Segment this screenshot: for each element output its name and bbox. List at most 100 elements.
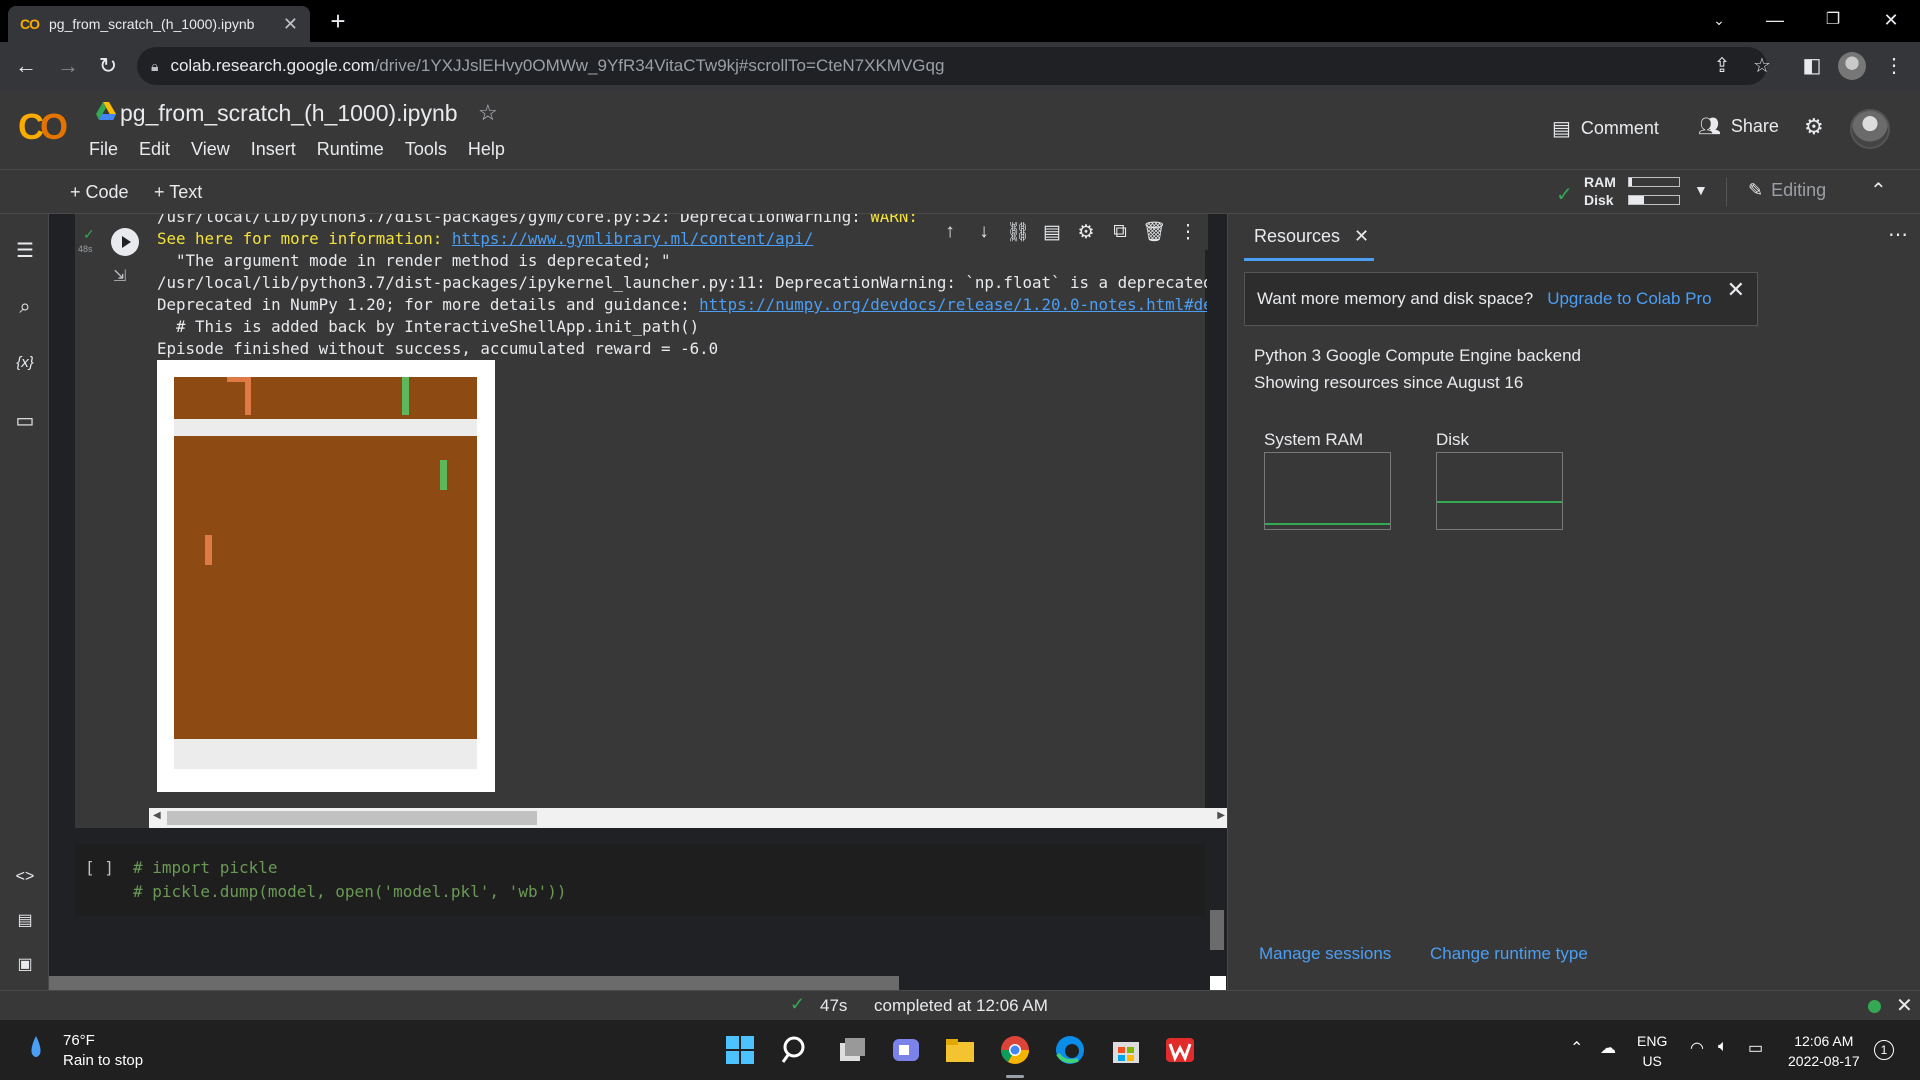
browser-menu-icon[interactable]: ⋮ (1878, 50, 1910, 82)
output-horizontal-scrollbar[interactable]: ◀ ▶ (149, 808, 1227, 828)
tab-search-icon[interactable]: ⌄ (1694, 0, 1744, 42)
star-notebook-icon[interactable]: ☆ (478, 100, 498, 126)
disk-chart (1436, 452, 1563, 530)
output-menu-icon[interactable]: ⇲ (113, 266, 126, 286)
omnibox[interactable]: 🔒︎ colab.research.google.com/drive/1YXJJ… (137, 47, 1767, 85)
more-options-icon[interactable]: ⋮ (1176, 221, 1200, 244)
user-avatar[interactable] (1850, 109, 1890, 149)
close-status-icon[interactable]: ✕ (1896, 993, 1913, 1018)
browser-tab[interactable]: CO pg_from_scratch_(h_1000).ipynb ✕ (8, 6, 310, 42)
battery-icon[interactable]: ▭ (1748, 1038, 1763, 1058)
wps-office-icon[interactable] (1164, 1034, 1196, 1066)
menu-tools[interactable]: Tools (405, 139, 447, 160)
move-up-icon[interactable]: ↑ (938, 221, 962, 243)
back-button[interactable]: ← (10, 50, 42, 82)
menu-insert[interactable]: Insert (251, 139, 296, 160)
terminal-icon[interactable]: ▣ (12, 952, 38, 978)
chrome-icon[interactable] (999, 1034, 1031, 1066)
tab-title: pg_from_scratch_(h_1000).ipynb (49, 16, 255, 32)
notebook-horizontal-scrollbar[interactable] (49, 976, 899, 990)
clock-time: 12:06 AM (1794, 1033, 1854, 1049)
menu-view[interactable]: View (191, 139, 230, 160)
minimize-button[interactable]: — (1750, 0, 1800, 42)
run-cell-button[interactable] (111, 228, 139, 256)
table-of-contents-icon[interactable]: ☰ (12, 238, 38, 264)
weather-description[interactable]: Rain to stop (63, 1052, 143, 1069)
task-view-icon[interactable] (836, 1034, 868, 1066)
resources-tab[interactable]: Resources ✕ (1254, 226, 1369, 247)
search-icon[interactable]: ⌕ (12, 294, 38, 320)
code-snippets-icon[interactable]: <> (12, 864, 38, 890)
cell-settings-icon[interactable]: ⚙ (1074, 221, 1098, 244)
link-icon[interactable]: ⛓ (1006, 220, 1030, 244)
add-text-button[interactable]: + Text (154, 182, 202, 203)
add-code-label: Code (85, 182, 129, 202)
variables-icon[interactable]: {x} (12, 350, 38, 376)
manage-sessions-link[interactable]: Manage sessions (1259, 944, 1391, 964)
teams-chat-icon[interactable] (890, 1034, 922, 1066)
restore-button[interactable]: ❐ (1808, 0, 1858, 42)
start-windows-icon[interactable] (724, 1034, 756, 1066)
upgrade-link[interactable]: Upgrade to Colab Pro (1547, 289, 1711, 309)
share-button[interactable]: 👥︎ Share (1698, 116, 1779, 137)
delete-cell-icon[interactable]: 🗑︎ (1142, 220, 1166, 244)
dismiss-banner-icon[interactable]: ✕ (1727, 277, 1745, 303)
notebook-title[interactable]: pg_from_scratch_(h_1000).ipynb (120, 100, 458, 127)
side-panel-icon[interactable]: ◧ (1796, 50, 1828, 82)
rain-icon[interactable] (30, 1034, 42, 1064)
share-page-icon[interactable]: ⇪ (1706, 50, 1738, 82)
temperature[interactable]: 76°F (63, 1032, 95, 1049)
close-window-button[interactable]: ✕ (1866, 0, 1916, 42)
disk-label: Disk (1584, 192, 1614, 208)
edge-icon[interactable] (1054, 1034, 1086, 1066)
browser-profile-avatar[interactable] (1838, 52, 1866, 80)
tab-close-icon[interactable]: ✕ (283, 14, 298, 35)
notebook-vertical-scrollbar[interactable] (1210, 910, 1224, 950)
system-clock[interactable]: 12:06 AM 2022-08-17 (1788, 1031, 1860, 1071)
new-tab-button[interactable]: + (322, 6, 354, 38)
command-palette-icon[interactable]: ▤ (12, 908, 38, 934)
editing-mode-button[interactable]: ✎ Editing (1748, 180, 1826, 201)
code-cell[interactable]: [ ] # import pickle # pickle.dump(model, … (75, 844, 1205, 916)
menu-help[interactable]: Help (468, 139, 505, 160)
comment-button[interactable]: ▤ Comment (1552, 116, 1659, 141)
comment-cell-icon[interactable]: ▤ (1040, 221, 1064, 244)
menu-runtime[interactable]: Runtime (317, 139, 384, 160)
change-runtime-link[interactable]: Change runtime type (1430, 944, 1588, 964)
menu-edit[interactable]: Edit (139, 139, 170, 160)
forward-button[interactable]: → (52, 50, 84, 82)
reload-button[interactable]: ↻ (92, 50, 124, 82)
notification-badge[interactable]: 1 (1874, 1040, 1894, 1060)
comment-label: Comment (1580, 118, 1659, 138)
add-code-button[interactable]: + Code (70, 182, 129, 203)
cell-run-bracket[interactable]: [ ] (85, 858, 114, 877)
volume-icon[interactable]: 🔈︎ (1718, 1038, 1728, 1056)
menu-file[interactable]: File (89, 139, 118, 160)
more-options-icon[interactable]: ⋯ (1888, 222, 1908, 247)
scrollbar-thumb[interactable] (167, 811, 537, 825)
search-icon[interactable] (780, 1034, 812, 1066)
ms-store-icon[interactable] (1110, 1034, 1142, 1066)
colab-logo[interactable]: CO (18, 106, 68, 148)
input-language[interactable]: ENG US (1637, 1031, 1667, 1071)
file-explorer-icon[interactable] (944, 1034, 976, 1066)
chevron-down-icon[interactable]: ▼ (1694, 182, 1708, 198)
mirror-cell-icon[interactable]: ⧉ (1108, 221, 1132, 243)
gym-docs-link[interactable]: https://www.gymlibrary.ml/content/api/ (452, 229, 813, 248)
show-hidden-icons-icon[interactable]: ⌃ (1570, 1038, 1583, 1058)
wifi-icon[interactable]: ◠ (1690, 1038, 1704, 1058)
code-cell-output[interactable]: ✓ 48s ⇲ /usr/local/lib/python3.7/dist-pa… (75, 214, 1227, 828)
settings-gear-icon[interactable]: ⚙ (1804, 114, 1824, 140)
onedrive-cloud-icon[interactable]: ☁ (1600, 1038, 1616, 1058)
code-line: # import pickle (133, 858, 278, 877)
files-folder-icon[interactable]: ▭ (12, 408, 38, 434)
numpy-notes-link[interactable]: https://numpy.org/devdocs/release/1.20.0… (699, 295, 1207, 314)
bookmark-star-icon[interactable]: ☆ (1746, 50, 1778, 82)
code-editor[interactable]: # import pickle # pickle.dump(model, open… (133, 856, 566, 904)
drive-icon (96, 102, 116, 120)
scroll-right-icon[interactable]: ▶ (1217, 810, 1225, 821)
collapse-header-icon[interactable]: ⌃ (1870, 178, 1887, 203)
move-down-icon[interactable]: ↓ (972, 221, 996, 243)
close-panel-icon[interactable]: ✕ (1354, 226, 1369, 247)
scroll-left-icon[interactable]: ◀ (153, 810, 161, 821)
